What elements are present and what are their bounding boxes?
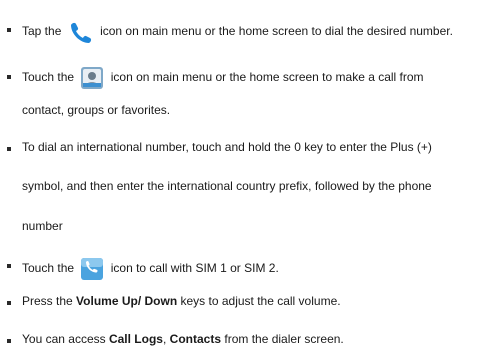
list-item-volume: Press the Volume Up/ Down keys to adjust… <box>22 294 341 308</box>
list-item-access: You can access Call Logs, Contacts from … <box>22 332 344 346</box>
list-item-contacts-cont: contact, groups or favorites. <box>22 103 170 117</box>
item-bold: Volume Up/ Down <box>76 294 178 308</box>
item-text: symbol, and then enter the international… <box>22 179 432 193</box>
item-text: number <box>22 219 63 233</box>
list-item-international-cont: number <box>22 219 63 233</box>
item-text: Touch the <box>22 70 75 85</box>
sim-call-icon <box>80 257 104 281</box>
bullet-marker <box>7 75 11 79</box>
list-item-international-cont: symbol, and then enter the international… <box>22 179 432 193</box>
phone-icon <box>68 21 94 43</box>
bullet-marker <box>7 301 11 305</box>
list-item-international: To dial an international number, touch a… <box>22 140 432 154</box>
item-text: icon on main menu or the home screen to … <box>110 70 424 85</box>
item-text: You can access <box>22 332 106 346</box>
list-item-contacts: Touch the icon on main menu or the home … <box>22 66 424 90</box>
item-text: icon on main menu or the home screen to … <box>100 24 453 39</box>
contacts-icon <box>80 66 104 90</box>
item-text: Touch the <box>22 261 75 276</box>
item-bold: Contacts <box>169 332 222 346</box>
item-text: Tap the <box>22 24 62 39</box>
item-text: keys to adjust the call volume. <box>180 294 341 308</box>
bullet-marker <box>7 147 11 151</box>
bullet-marker <box>7 339 11 343</box>
item-text: from the dialer screen. <box>224 332 344 346</box>
list-item-dial: Tap the icon on main menu or the home sc… <box>22 21 453 43</box>
item-text: , <box>162 332 167 346</box>
bullet-marker <box>7 28 11 32</box>
bullet-marker <box>7 264 11 268</box>
instruction-list: Tap the icon on main menu or the home sc… <box>0 0 500 360</box>
item-text: contact, groups or favorites. <box>22 103 171 117</box>
item-text: Press the <box>22 294 73 308</box>
item-bold: Call Logs <box>108 332 163 346</box>
item-text: icon to call with SIM 1 or SIM 2. <box>110 261 279 276</box>
item-text: To dial an international number, touch a… <box>22 140 432 154</box>
list-item-sim: Touch the icon to call with SIM 1 or SIM… <box>22 257 279 281</box>
